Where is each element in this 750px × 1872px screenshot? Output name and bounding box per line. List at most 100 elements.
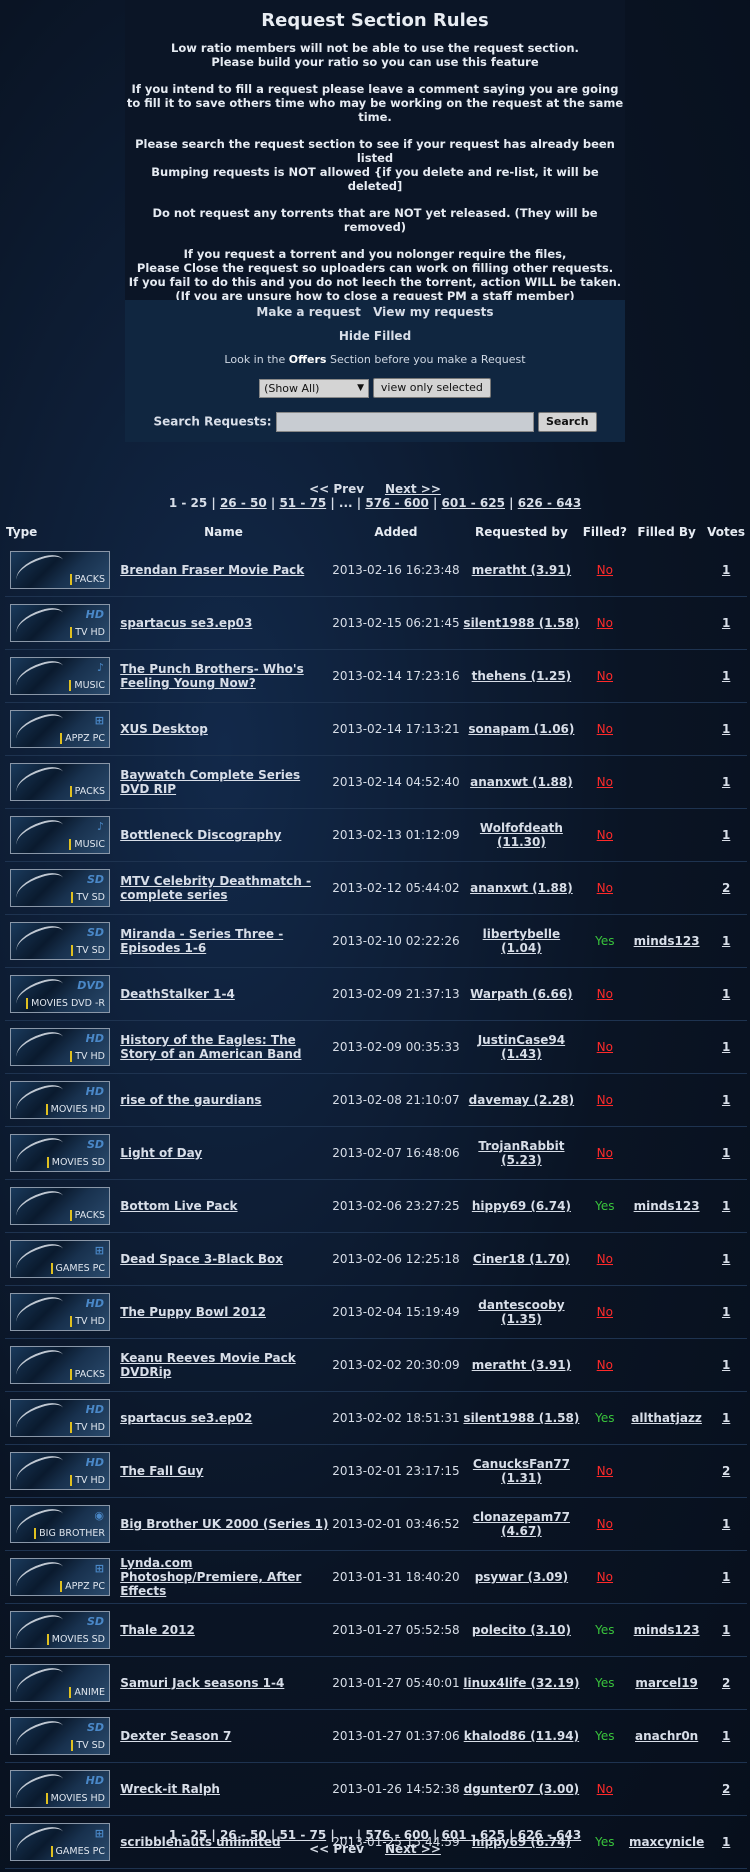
requester-link[interactable]: CanucksFan77 (1.31) (473, 1457, 570, 1485)
votes-link[interactable]: 2 (722, 881, 730, 895)
search-button[interactable]: Search (537, 412, 597, 432)
request-name-link[interactable]: Dead Space 3-Black Box (120, 1252, 283, 1266)
request-name-link[interactable]: The Punch Brothers- Who's Feeling Young … (120, 662, 304, 690)
category-badge[interactable]: PACKS (10, 1186, 110, 1226)
request-name-link[interactable]: Bottom Live Pack (120, 1199, 237, 1213)
votes-link[interactable]: 1 (722, 828, 730, 842)
votes-link[interactable]: 1 (722, 1623, 730, 1637)
requester-link[interactable]: meratht (3.91) (472, 563, 571, 577)
category-badge[interactable]: HD MOVIES HD (10, 1080, 110, 1120)
filled-status[interactable]: No (597, 987, 613, 1001)
votes-link[interactable]: 1 (722, 1252, 730, 1266)
filler-link[interactable]: minds123 (634, 934, 700, 948)
page-link[interactable]: 626 - 643 (518, 496, 581, 510)
votes-link[interactable]: 1 (722, 934, 730, 948)
make-request-link[interactable]: Make a request (256, 305, 361, 319)
request-name-link[interactable]: Miranda - Series Three - Episodes 1-6 (120, 927, 283, 955)
request-name-link[interactable]: Thale 2012 (120, 1623, 195, 1637)
category-badge[interactable]: ⊞ APPZ PC (10, 1557, 110, 1597)
votes-link[interactable]: 1 (722, 563, 730, 577)
view-selected-button[interactable]: view only selected (372, 378, 491, 398)
votes-link[interactable]: 1 (722, 722, 730, 736)
category-select[interactable]: (Show All) ▼ (259, 378, 370, 398)
search-input[interactable] (275, 412, 534, 432)
request-name-link[interactable]: XUS Desktop (120, 722, 208, 736)
votes-link[interactable]: 1 (722, 1517, 730, 1531)
category-badge[interactable]: PACKS (10, 762, 110, 802)
category-badge[interactable]: SD TV SD (10, 1716, 110, 1756)
request-name-link[interactable]: Baywatch Complete Series DVD RIP (120, 768, 300, 796)
request-name-link[interactable]: Dexter Season 7 (120, 1729, 231, 1743)
request-name-link[interactable]: The Fall Guy (120, 1464, 203, 1478)
category-badge[interactable]: ANIME (10, 1663, 110, 1703)
request-name-link[interactable]: Keanu Reeves Movie Pack DVDRip (120, 1351, 296, 1379)
request-name-link[interactable]: spartacus se3.ep03 (120, 616, 252, 630)
page-link[interactable]: 601 - 625 (442, 1828, 505, 1842)
requester-link[interactable]: sonapam (1.06) (468, 722, 574, 736)
category-badge[interactable]: ⊞ GAMES PC (10, 1239, 110, 1279)
request-name-link[interactable]: MTV Celebrity Deathmatch - complete seri… (120, 874, 311, 902)
filled-status[interactable]: No (597, 828, 613, 842)
votes-link[interactable]: 2 (722, 1464, 730, 1478)
offers-link[interactable]: Offers (289, 353, 327, 366)
requester-link[interactable]: thehens (1.25) (472, 669, 572, 683)
requester-link[interactable]: silent1988 (1.58) (463, 616, 579, 630)
requester-link[interactable]: clonazepam77 (4.67) (473, 1510, 570, 1538)
page-link[interactable]: 26 - 50 (220, 1828, 267, 1842)
requester-link[interactable]: JustinCase94 (1.43) (478, 1033, 565, 1061)
page-link[interactable]: 601 - 625 (442, 496, 505, 510)
filled-status[interactable]: No (597, 1040, 613, 1054)
page-link[interactable]: 26 - 50 (220, 496, 267, 510)
requester-link[interactable]: hippy69 (6.74) (472, 1199, 571, 1213)
requester-link[interactable]: linux4life (32.19) (463, 1676, 579, 1690)
category-badge[interactable]: HD TV HD (10, 1451, 110, 1491)
votes-link[interactable]: 1 (722, 1358, 730, 1372)
filled-status[interactable]: No (597, 563, 613, 577)
category-badge[interactable]: HD TV HD (10, 1027, 110, 1067)
filled-status[interactable]: No (597, 669, 613, 683)
votes-link[interactable]: 1 (722, 1146, 730, 1160)
filler-link[interactable]: allthatjazz (631, 1411, 702, 1425)
category-badge[interactable]: HD TV HD (10, 1292, 110, 1332)
votes-link[interactable]: 1 (722, 1040, 730, 1054)
filled-status[interactable]: No (597, 1305, 613, 1319)
requester-link[interactable]: TrojanRabbit (5.23) (478, 1139, 564, 1167)
category-badge[interactable]: SD MOVIES SD (10, 1133, 110, 1173)
requester-link[interactable]: Wolfofdeath (11.30) (480, 821, 563, 849)
category-badge[interactable]: HD TV HD (10, 603, 110, 643)
page-link[interactable]: 576 - 600 (365, 1828, 428, 1842)
category-badge[interactable]: HD TV HD (10, 1398, 110, 1438)
prev-link[interactable]: << Prev (309, 1842, 364, 1856)
request-name-link[interactable]: rise of the gaurdians (120, 1093, 261, 1107)
filler-link[interactable]: marcel19 (635, 1676, 698, 1690)
filled-status[interactable]: No (597, 616, 613, 630)
filled-status[interactable]: No (597, 881, 613, 895)
category-badge[interactable]: ♪ MUSIC (10, 815, 110, 855)
requester-link[interactable]: dantescooby (1.35) (478, 1298, 564, 1326)
request-name-link[interactable]: spartacus se3.ep02 (120, 1411, 252, 1425)
filler-link[interactable]: minds123 (634, 1623, 700, 1637)
category-badge[interactable]: SD TV SD (10, 868, 110, 908)
requester-link[interactable]: silent1988 (1.58) (463, 1411, 579, 1425)
page-link[interactable]: 51 - 75 (279, 496, 326, 510)
next-link[interactable]: Next >> (385, 482, 441, 496)
filled-status[interactable]: No (597, 1517, 613, 1531)
votes-link[interactable]: 1 (722, 1411, 730, 1425)
request-name-link[interactable]: Wreck-it Ralph (120, 1782, 220, 1796)
requester-link[interactable]: Warpath (6.66) (470, 987, 573, 1001)
votes-link[interactable]: 1 (722, 1570, 730, 1584)
request-name-link[interactable]: The Puppy Bowl 2012 (120, 1305, 266, 1319)
votes-link[interactable]: 1 (722, 775, 730, 789)
votes-link[interactable]: 1 (722, 1729, 730, 1743)
request-name-link[interactable]: Big Brother UK 2000 (Series 1) (120, 1517, 328, 1531)
category-badge[interactable]: SD MOVIES SD (10, 1610, 110, 1650)
requester-link[interactable]: meratht (3.91) (472, 1358, 571, 1372)
requester-link[interactable]: libertybelle (1.04) (483, 927, 561, 955)
filled-status[interactable]: No (597, 722, 613, 736)
requester-link[interactable]: polecito (3.10) (472, 1623, 571, 1637)
votes-link[interactable]: 1 (722, 616, 730, 630)
category-badge[interactable]: DVD MOVIES DVD -R (10, 974, 110, 1014)
votes-link[interactable]: 2 (722, 1782, 730, 1796)
category-badge[interactable]: ♪ MUSIC (10, 656, 110, 696)
page-link[interactable]: 576 - 600 (365, 496, 428, 510)
